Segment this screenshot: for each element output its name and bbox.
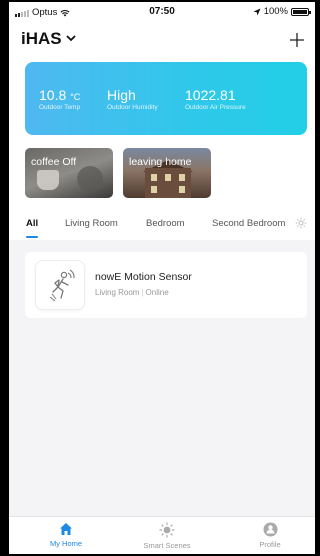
status-right: 100% [253,6,311,17]
active-tab-indicator [26,236,38,238]
chevron-down-icon [65,34,76,41]
pressure-label: Outdoor Air Pressure [185,104,246,111]
device-name: nowE Motion Sensor [95,271,192,283]
plus-icon[interactable] [289,24,305,55]
device-room: Living Room [95,288,140,297]
nav-my-home[interactable]: My Home [31,522,101,548]
nav-label: Smart Scenes [143,541,191,550]
home-overview: 10.8 °C Outdoor Temp High Outdoor Humidi… [9,56,315,240]
scene-card-leaving-home[interactable]: leaving home [123,148,211,198]
room-tabs: All Living Room Bedroom Second Bedroom [9,217,315,240]
pressure-block: 1022.81 Outdoor Air Pressure [185,87,246,111]
app-header: iHAS [9,22,315,56]
nav-smart-scenes[interactable]: Smart Scenes [132,522,202,550]
nav-label: My Home [49,539,83,548]
temp-value: 10.8 [39,87,67,103]
home-selector[interactable]: iHAS [21,29,76,49]
humidity-label: Outdoor Humidity [107,104,158,111]
nav-profile[interactable]: Profile [235,522,305,549]
profile-icon [263,522,277,537]
device-status: Online [145,288,169,297]
device-card-motion-sensor[interactable]: nowE Motion Sensor Living Room | Online [25,252,307,318]
tab-bedroom[interactable]: Bedroom [146,218,185,229]
home-name: iHAS [21,29,62,48]
temp-value-row: 10.8 °C [39,87,80,103]
gear-icon[interactable] [295,217,307,229]
bottom-nav: My Home Smart Scenes Profile [9,516,315,554]
humidity-value: High [107,87,136,103]
status-bar: Optus 07:50 100% [9,2,315,22]
battery-percent: 100% [263,6,288,17]
tab-all[interactable]: All [26,218,38,229]
pressure-value: 1022.81 [185,87,236,103]
temp-label: Outdoor Temp [39,104,81,111]
tab-second-bedroom[interactable]: Second Bedroom [212,218,288,229]
location-icon [253,8,261,15]
home-icon [60,523,72,535]
battery-icon [291,7,311,16]
temp-block: 10.8 °C Outdoor Temp [39,87,80,111]
weather-card[interactable]: 10.8 °C Outdoor Temp High Outdoor Humidi… [25,62,307,135]
scene-image-shadow [77,166,103,192]
scene-label: coffee Off [31,156,77,168]
sun-icon [159,522,175,538]
device-meta: Living Room | Online [95,288,169,297]
nav-label: Profile [259,540,281,549]
scene-image-cup [37,170,59,190]
temp-unit: °C [70,92,81,102]
scene-image-house [145,168,191,198]
meta-separator: | [141,288,144,297]
app-screen: Optus 07:50 100% iHAS 10.8 °C Outdoor Te… [9,2,315,554]
scene-card-coffee-off[interactable]: coffee Off [25,148,113,198]
humidity-block: High Outdoor Humidity [107,87,158,111]
scene-label: leaving home [129,156,192,168]
motion-sensor-icon [35,260,85,310]
tab-living-room[interactable]: Living Room [65,218,118,229]
